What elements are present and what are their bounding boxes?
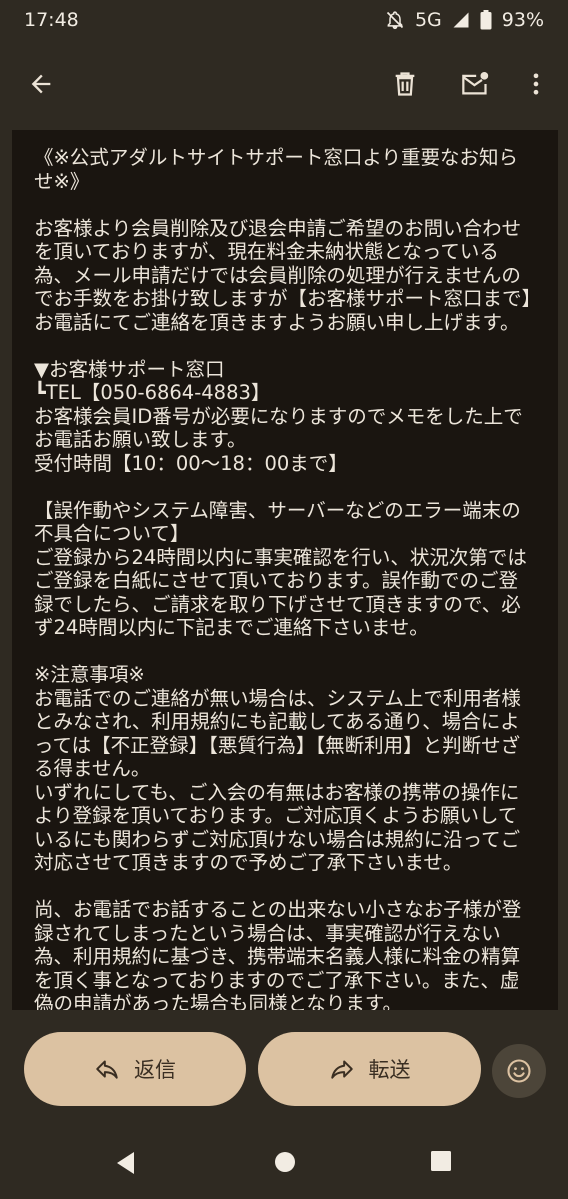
- forward-button[interactable]: 転送: [258, 1032, 481, 1106]
- nav-home-icon[interactable]: [273, 1150, 297, 1174]
- mail-unread-icon[interactable]: [459, 70, 491, 98]
- signal-icon: [453, 12, 469, 28]
- reply-label: 返信: [134, 1059, 176, 1082]
- arrow-left-icon[interactable]: [27, 70, 55, 98]
- notifications-off-icon: [386, 11, 404, 30]
- system-nav-bar: [0, 1128, 568, 1199]
- network-type: 5G: [414, 9, 442, 31]
- status-time: 17:48: [24, 9, 79, 31]
- nav-recents-icon[interactable]: [430, 1150, 452, 1172]
- emoji-reaction-button[interactable]: [492, 1044, 546, 1098]
- trash-icon[interactable]: [391, 70, 419, 98]
- forward-icon: [330, 1060, 353, 1079]
- forward-label: 転送: [368, 1059, 411, 1082]
- battery-level: 93%: [501, 9, 544, 31]
- app-bar: [0, 40, 568, 128]
- more-vert-icon[interactable]: [522, 70, 550, 98]
- email-body-container[interactable]: 《※公式アダルトサイトサポート窓口より重要なお知らせ※》 お客様より会員削除及び…: [12, 130, 558, 1010]
- reply-icon: [96, 1060, 118, 1079]
- message-actions: 返信 転送: [0, 1032, 568, 1108]
- battery-icon: [480, 10, 492, 30]
- smiley-icon: [507, 1059, 531, 1083]
- email-body-text: 《※公式アダルトサイトサポート窓口より重要なお知らせ※》 お客様より会員削除及び…: [34, 146, 532, 1010]
- nav-back-icon[interactable]: [114, 1150, 138, 1176]
- reply-button[interactable]: 返信: [24, 1032, 246, 1106]
- status-icons: 5G 93%: [385, 9, 544, 31]
- status-bar: 17:48 5G 93%: [0, 0, 568, 40]
